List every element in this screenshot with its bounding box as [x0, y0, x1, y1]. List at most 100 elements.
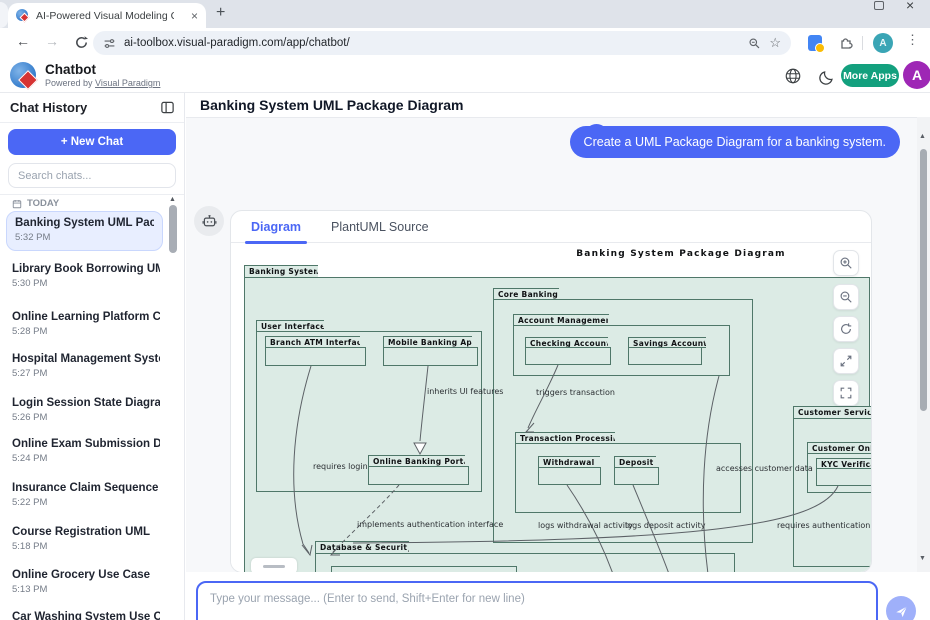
edge-label-requires-auth: requires authentication: [777, 521, 870, 530]
expand-button[interactable]: [833, 348, 859, 374]
chat-item[interactable]: Insurance Claim Sequence5:22 PM: [12, 482, 160, 508]
package-savings-account: Savings Account: [628, 337, 706, 348]
divider: [0, 122, 184, 123]
package-withdrawal: Withdrawal: [538, 456, 600, 468]
user-avatar[interactable]: A: [903, 61, 930, 89]
new-tab-button[interactable]: +: [216, 4, 225, 22]
bookmark-star-icon[interactable]: ☆: [769, 35, 781, 51]
browser-profile-avatar[interactable]: A: [873, 33, 893, 53]
package-online-banking-portal: Online Banking Portal: [368, 455, 465, 467]
chat-item[interactable]: Car Washing System Use Case: [12, 611, 160, 620]
package-user-interface: User Interface: [256, 320, 324, 332]
bot-avatar: [194, 206, 224, 236]
package-transaction-processing: Transaction Processing: [515, 432, 615, 444]
tab-close-icon[interactable]: ×: [191, 10, 198, 22]
scroll-up-icon[interactable]: ▲: [919, 133, 926, 140]
zoom-page-icon[interactable]: [748, 37, 761, 50]
sidebar-title: Chat History: [10, 100, 87, 115]
new-chat-button[interactable]: + New Chat: [8, 129, 176, 155]
scroll-down-icon[interactable]: ▼: [919, 555, 926, 562]
divider: [0, 194, 184, 195]
collapse-panel-icon[interactable]: [160, 100, 175, 115]
calendar-icon: [12, 199, 22, 209]
powered-by-label: Powered by Visual Paradigm: [45, 78, 160, 88]
dark-mode-moon-icon[interactable]: [818, 68, 836, 86]
package-customer-service: Customer Service: [793, 406, 871, 419]
browser-tab[interactable]: AI-Powered Visual Modeling Ch ×: [8, 3, 206, 28]
back-icon[interactable]: ←: [16, 33, 30, 49]
diagram-title: Banking System Package Diagram: [531, 249, 831, 259]
more-apps-button[interactable]: More Apps: [841, 64, 899, 87]
zoom-out-button[interactable]: [833, 284, 859, 310]
chat-item-time: 5:32 PM: [15, 232, 154, 243]
package-core-banking: Core Banking: [493, 288, 559, 300]
uml-diagram-canvas[interactable]: Banking System Package Diagram Banking S…: [231, 244, 871, 573]
chat-scrollbar[interactable]: ▲ ▼: [917, 117, 930, 573]
diagram-response-card: Diagram PlantUML Source Banking System P…: [230, 210, 872, 573]
package-customer-onboarding: Customer Onb: [807, 442, 871, 454]
sidebar-scrollbar-thumb[interactable]: [169, 205, 177, 253]
zoom-in-button[interactable]: [833, 250, 859, 276]
url-text[interactable]: ai-toolbox.visual-paradigm.com/app/chatb…: [124, 37, 740, 49]
edge-label-logs-deposit: logs deposit activity: [625, 521, 705, 530]
chat-item-selected[interactable]: Banking System UML Packag... 5:32 PM: [6, 211, 163, 251]
window-maximize-icon[interactable]: [874, 1, 884, 10]
package-banking-system: Banking System: [244, 265, 318, 278]
package-checking-account: Checking Account: [525, 337, 608, 348]
chat-item[interactable]: Hospital Management Syste...5:27 PM: [12, 353, 160, 379]
chat-messages-area: Create a UML Package Diagram for a banki…: [186, 118, 930, 573]
package-branch-atm: Branch ATM Interface: [265, 336, 360, 348]
scrollbar-thumb[interactable]: [920, 149, 927, 411]
user-message-bubble: Create a UML Package Diagram for a banki…: [570, 126, 900, 158]
chat-item[interactable]: Library Book Borrowing UML5:30 PM: [12, 263, 160, 289]
today-label: TODAY: [27, 198, 59, 209]
tab-plantuml-source[interactable]: PlantUML Source: [331, 220, 429, 234]
search-chats-input[interactable]: [8, 163, 176, 188]
browser-toolbar: ← → ai-toolbox.visual-paradigm.com/app/c…: [0, 28, 930, 58]
edge-label-requires-login: requires login: [313, 462, 368, 471]
fullscreen-button[interactable]: [833, 380, 859, 406]
package-kyc-verification: KYC Verifica: [816, 458, 871, 469]
app-header: Chatbot Powered by Visual Paradigm More …: [0, 58, 930, 93]
message-input[interactable]: [196, 581, 878, 620]
edge-label-inherits: inherits UI features: [427, 387, 503, 396]
tab-diagram[interactable]: Diagram: [251, 220, 301, 234]
edge-label-accesses: accesses customer data: [716, 464, 813, 473]
reading-list-icon[interactable]: [808, 35, 822, 51]
edge-label-logs-withdrawal: logs withdrawal activity: [538, 521, 633, 530]
tab-title: AI-Powered Visual Modeling Ch: [36, 10, 174, 22]
zoom-level-badge: [251, 558, 297, 573]
toolbar-divider: [862, 36, 863, 50]
sidebar-scroll-up-icon[interactable]: ▲: [169, 196, 176, 203]
conversation-title: Banking System UML Package Diagram: [200, 97, 464, 113]
send-plane-icon: [894, 604, 909, 619]
chat-item[interactable]: Online Learning Platform Co...5:28 PM: [12, 311, 160, 337]
extensions-icon[interactable]: [838, 34, 854, 50]
reload-icon[interactable]: [74, 35, 89, 50]
chat-item[interactable]: Course Registration UML5:18 PM: [12, 526, 160, 552]
send-button[interactable]: [886, 596, 916, 620]
reset-view-button[interactable]: [833, 316, 859, 342]
edge-label-triggers: triggers transaction: [536, 388, 615, 397]
language-globe-icon[interactable]: [784, 67, 802, 85]
package-database-security: Database & Security: [315, 541, 409, 554]
powered-by-text: Powered by: [45, 78, 95, 88]
package-account-management: Account Management: [513, 314, 609, 326]
address-bar[interactable]: ai-toolbox.visual-paradigm.com/app/chatb…: [93, 31, 791, 55]
browser-menu-icon[interactable]: ⋮: [906, 32, 919, 48]
message-input-bar: [186, 572, 930, 620]
site-settings-icon[interactable]: [103, 37, 116, 50]
chat-item[interactable]: Login Session State Diagram5:26 PM: [12, 397, 160, 423]
package-mobile-banking-app: Mobile Banking App: [383, 336, 472, 348]
edge-label-implements: implements authentication interface: [357, 520, 503, 529]
forward-icon[interactable]: →: [45, 33, 59, 49]
chat-item[interactable]: Online Grocery Use Case5:13 PM: [12, 569, 160, 595]
app-title: Chatbot: [45, 62, 96, 77]
visual-paradigm-link[interactable]: Visual Paradigm: [95, 78, 160, 88]
robot-icon: [201, 213, 218, 230]
favicon-visual-paradigm: [16, 9, 30, 23]
chat-item[interactable]: Online Exam Submission Dia...5:24 PM: [12, 438, 160, 464]
window-close-icon[interactable]: ×: [906, 0, 914, 13]
chat-history-sidebar: Chat History + New Chat TODAY ▲ Banking …: [0, 93, 185, 620]
conversation-title-bar: Banking System UML Package Diagram: [186, 93, 930, 118]
